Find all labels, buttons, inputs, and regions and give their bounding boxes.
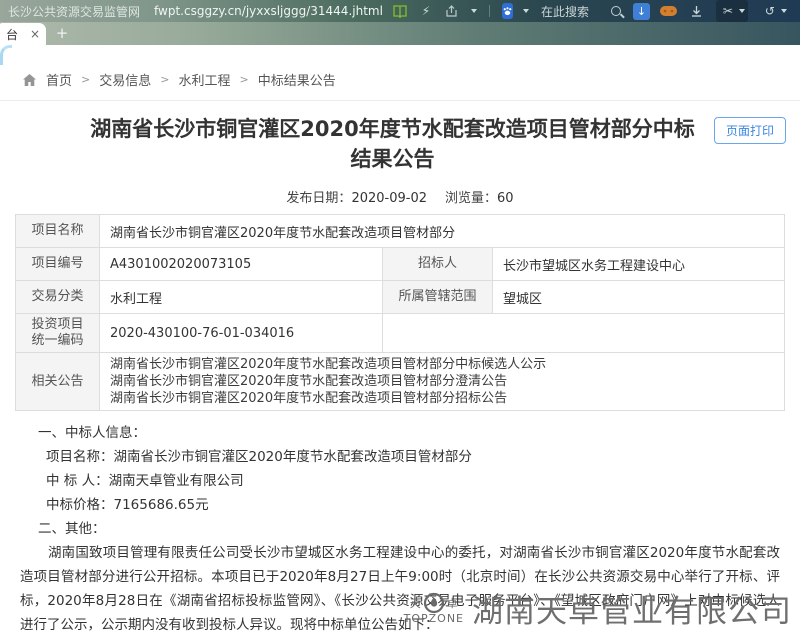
category-value: 水利工程 [100, 281, 383, 314]
undo-tool[interactable]: ↺ [758, 0, 790, 22]
breadcrumb-item-water-project[interactable]: 水利工程 [178, 70, 230, 89]
address-url[interactable]: fwpt.csggzy.cn/jyxxsljggg/31444.jhtml [154, 4, 383, 18]
related-notice-link[interactable]: 湖南省长沙市铜官灌区2020年度节水配套改造项目管材部分中标候选人公示 [110, 356, 774, 373]
page-title: 湖南省长沙市铜官灌区2020年度节水配套改造项目管材部分中标结果公告 [80, 114, 705, 174]
toolbar-right-icons: ↓ ✂ ↺ ☾ [633, 0, 800, 22]
page-content: 首页 > 交易信息 > 水利工程 > 中标结果公告 湖南省长沙市铜官灌区2020… [0, 45, 800, 632]
announcement-body: 一、中标人信息： 项目名称：湖南省长沙市铜官灌区2020年度节水配套改造项目管材… [20, 421, 780, 632]
views-value: 60 [497, 191, 514, 206]
invest-code-label: 投资项目统一编码 [16, 314, 100, 353]
table-row: 项目名称 湖南省长沙市铜官灌区2020年度节水配套改造项目管材部分 [16, 215, 785, 248]
search-engine-dropdown-icon[interactable] [523, 9, 529, 13]
title-section: 湖南省长沙市铜官灌区2020年度节水配套改造项目管材部分中标结果公告 页面打印 [0, 114, 800, 174]
empty-cell [383, 314, 785, 353]
games-icon[interactable] [660, 2, 678, 20]
screenshot-tool[interactable]: ✂ [716, 0, 748, 22]
views-label: 浏览量： [445, 191, 497, 206]
breadcrumb-home[interactable]: 首页 [46, 70, 72, 89]
related-notices-label: 相关公告 [16, 353, 100, 411]
related-notice-link[interactable]: 湖南省长沙市铜官灌区2020年度节水配套改造项目管材部分招标公告 [110, 390, 774, 407]
related-notice-link[interactable]: 湖南省长沙市铜官灌区2020年度节水配套改造项目管材部分澄清公告 [110, 373, 774, 390]
jurisdiction-value: 望城区 [493, 281, 785, 314]
project-no-label: 项目编号 [16, 248, 100, 281]
new-tab-button[interactable]: + [52, 22, 72, 44]
winner-project-name-line: 项目名称：湖南省长沙市铜官灌区2020年度节水配套改造项目管材部分 [20, 445, 780, 469]
breadcrumb-separator: > [160, 73, 169, 86]
print-page-button[interactable]: 页面打印 [714, 117, 786, 144]
section1-heading: 一、中标人信息： [20, 421, 780, 445]
winner-price-line: 中标价格：7165686.65元 [20, 493, 780, 517]
jurisdiction-label: 所属管辖范围 [383, 281, 493, 314]
tab-close-icon[interactable]: × [30, 28, 40, 40]
table-row: 交易分类 水利工程 所属管辖范围 望城区 [16, 281, 785, 314]
download-icon[interactable] [688, 2, 706, 20]
tab-title: 台 [6, 26, 18, 43]
screenshot-dropdown-icon[interactable] [739, 9, 745, 13]
section2-heading: 二、其他： [20, 517, 780, 541]
page-corner-accent [0, 45, 12, 65]
table-row: 投资项目统一编码 2020-430100-76-01-034016 [16, 314, 785, 353]
browser-window: 长沙公共资源交易监管网 fwpt.csggzy.cn/jyxxsljggg/31… [0, 0, 800, 632]
table-row: 项目编号 A4301002020073105 招标人 长沙市望城区水务工程建设中… [16, 248, 785, 281]
article-meta: 发布日期：2020-09-02 浏览量：60 [0, 187, 800, 206]
breadcrumb-item-result-notice[interactable]: 中标结果公告 [258, 70, 336, 89]
project-info-table: 项目名称 湖南省长沙市铜官灌区2020年度节水配套改造项目管材部分 项目编号 A… [15, 214, 785, 411]
table-row: 相关公告 湖南省长沙市铜官灌区2020年度节水配套改造项目管材部分中标候选人公示… [16, 353, 785, 411]
breadcrumb: 首页 > 交易信息 > 水利工程 > 中标结果公告 [0, 45, 800, 101]
tenderee-value: 长沙市望城区水务工程建设中心 [493, 248, 785, 281]
share-icon[interactable] [443, 2, 461, 20]
tenderee-label: 招标人 [383, 248, 493, 281]
related-notices-cell: 湖南省长沙市铜官灌区2020年度节水配套改造项目管材部分中标候选人公示 湖南省长… [100, 353, 785, 411]
breadcrumb-separator: > [81, 73, 90, 86]
search-icon[interactable] [607, 2, 625, 20]
download-manager-icon[interactable]: ↓ [633, 3, 650, 20]
reading-mode-icon[interactable] [391, 2, 409, 20]
other-paragraph: 湖南国致项目管理有限责任公司受长沙市望城区水务工程建设中心的委托，对湖南省长沙市… [20, 541, 780, 632]
winner-name-line: 中 标 人：湖南天卓管业有限公司 [20, 469, 780, 493]
home-icon[interactable] [22, 72, 37, 87]
undo-dropdown-icon[interactable] [781, 9, 787, 13]
search-engine-icon[interactable] [502, 3, 513, 19]
active-tab[interactable]: 台 × [0, 23, 46, 45]
project-no-value: A4301002020073105 [100, 248, 383, 281]
flash-icon[interactable]: ⚡ [417, 2, 435, 20]
toolbar-divider [489, 5, 490, 17]
breadcrumb-separator: > [239, 73, 248, 86]
scissors-icon[interactable]: ✂ [719, 2, 737, 20]
publish-date-label: 发布日期： [286, 191, 351, 206]
window-title: 长沙公共资源交易监管网 [8, 3, 140, 20]
project-name-value: 湖南省长沙市铜官灌区2020年度节水配套改造项目管材部分 [100, 215, 785, 248]
undo-icon[interactable]: ↺ [761, 2, 779, 20]
search-input[interactable]: 在此搜索 [541, 3, 589, 20]
publish-date-value: 2020-09-02 [351, 191, 427, 206]
breadcrumb-item-trade-info[interactable]: 交易信息 [99, 70, 151, 89]
project-name-label: 项目名称 [16, 215, 100, 248]
category-label: 交易分类 [16, 281, 100, 314]
chevron-down-icon[interactable] [471, 9, 477, 13]
browser-tabbar: 台 × + [0, 22, 800, 45]
browser-topbar: 长沙公共资源交易监管网 fwpt.csggzy.cn/jyxxsljggg/31… [0, 0, 800, 22]
invest-code-value: 2020-430100-76-01-034016 [100, 314, 383, 353]
